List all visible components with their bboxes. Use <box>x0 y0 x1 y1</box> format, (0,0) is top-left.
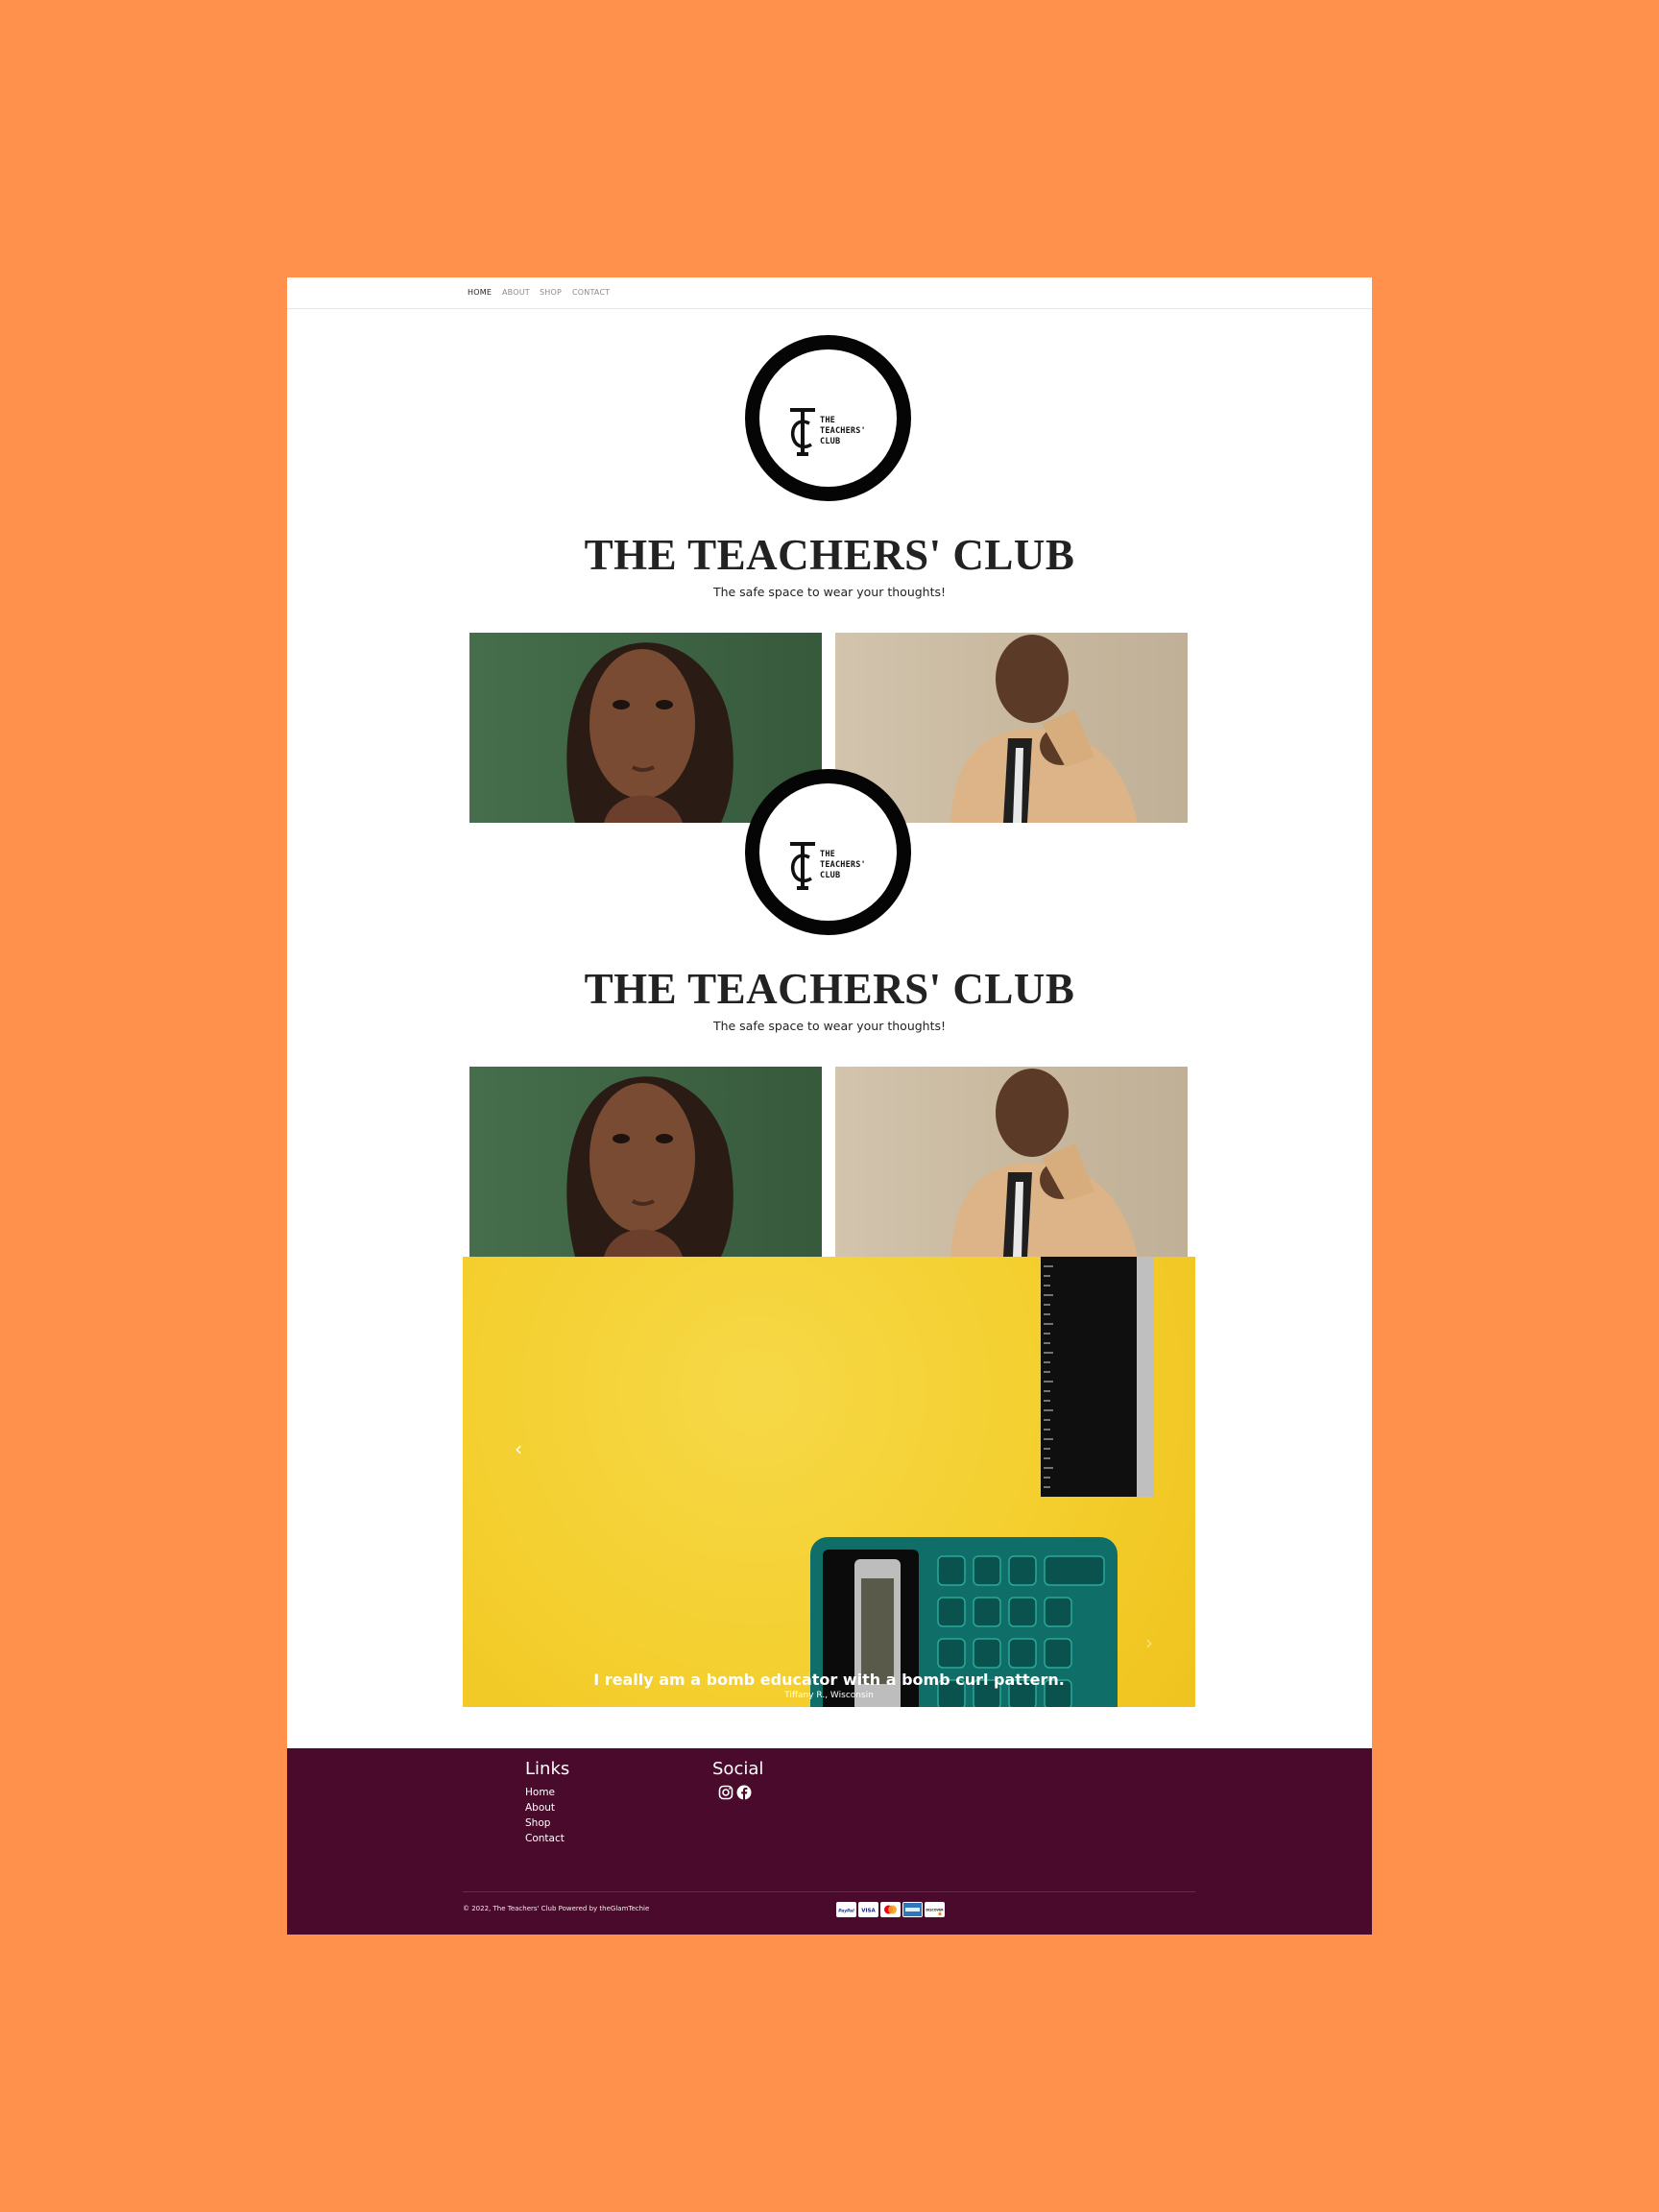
site-footer: Links Home About Shop Contact Social © 2… <box>287 1748 1372 1935</box>
logo-wordmark: THE TEACHERS' CLUB <box>820 416 866 446</box>
svg-text:DISCOVER: DISCOVER <box>926 1909 944 1912</box>
footer-links-heading: Links <box>525 1759 570 1779</box>
tc-monogram-icon <box>790 842 815 890</box>
site-tagline: The safe space to wear your thoughts! <box>712 1019 947 1033</box>
site-tagline: The safe space to wear your thoughts! <box>712 585 947 599</box>
carousel-prev-icon[interactable]: ‹ <box>509 1437 528 1462</box>
hero-section-repeat: THE TEACHERS' CLUB THE TEACHERS' CLUB Th… <box>287 769 1372 1257</box>
footer-link-home[interactable]: Home <box>525 1787 555 1798</box>
ruler-illustration <box>1041 1257 1154 1497</box>
mastercard-payment-icon <box>880 1902 901 1917</box>
svg-text:VISA: VISA <box>861 1909 876 1914</box>
testimonial-carousel: ‹ › I really am a bomb educator with a b… <box>463 1257 1195 1707</box>
footer-link-contact[interactable]: Contact <box>525 1833 565 1844</box>
man-portrait-illustration <box>950 1069 1138 1257</box>
svg-text:PayPal: PayPal <box>838 1909 854 1914</box>
nav-contact-link[interactable]: CONTACT <box>572 288 610 297</box>
calculator-ruler-photo <box>810 1257 1154 1707</box>
footer-link-about[interactable]: About <box>525 1802 555 1814</box>
instagram-icon[interactable] <box>718 1785 733 1800</box>
footer-divider <box>463 1891 1195 1892</box>
testimonial-quote: I really am a bomb educator with a bomb … <box>593 1671 1065 1689</box>
footer-social-heading: Social <box>712 1759 764 1779</box>
facebook-icon[interactable] <box>736 1785 752 1800</box>
logo-wordmark: THE TEACHERS' CLUB <box>820 850 866 880</box>
copyright-text: © 2022, The Teachers' Club Powered by th… <box>463 1905 650 1912</box>
nav-home-link[interactable]: HOME <box>468 288 492 297</box>
model-photo-woman <box>469 1067 822 1257</box>
testimonial-author: Tiffany R., Wisconsin <box>784 1691 874 1700</box>
hero-section: THE TEACHERS' CLUB THE TEACHERS' CLUB Th… <box>287 335 1372 823</box>
site-title: THE TEACHERS' CLUB <box>584 531 1075 579</box>
top-navigation: HOME ABOUT SHOP CONTACT <box>287 277 1372 309</box>
footer-link-shop[interactable]: Shop <box>525 1817 550 1829</box>
site-logo[interactable]: THE TEACHERS' CLUB <box>745 769 911 935</box>
site-logo[interactable]: THE TEACHERS' CLUB <box>745 335 911 501</box>
carousel-next-icon[interactable]: › <box>1140 1631 1159 1656</box>
woman-portrait-illustration <box>566 1076 733 1257</box>
storefront-page: HOME ABOUT SHOP CONTACT THE TEACHERS' CL… <box>287 277 1372 1935</box>
model-photo-man <box>835 1067 1188 1257</box>
discover-payment-icon: DISCOVER <box>925 1902 945 1917</box>
nav-about-link[interactable]: ABOUT <box>502 288 530 297</box>
nav-shop-link[interactable]: SHOP <box>540 288 562 297</box>
amex-payment-icon <box>902 1902 923 1917</box>
visa-payment-icon: VISA <box>858 1902 878 1917</box>
tc-monogram-icon <box>790 408 815 456</box>
paypal-payment-icon: PayPal <box>836 1902 856 1917</box>
site-title: THE TEACHERS' CLUB <box>584 965 1075 1013</box>
